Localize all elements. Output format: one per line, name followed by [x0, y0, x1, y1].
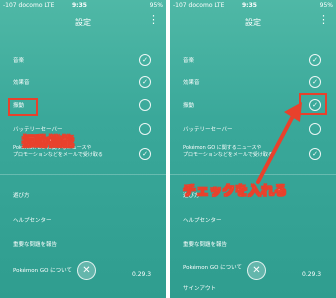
version-text: 0.29.3: [302, 271, 322, 278]
setting-label-vibration: 振動: [183, 103, 195, 109]
link-report-issue[interactable]: 重要な問題を報告: [13, 240, 57, 248]
news-opt-in-checkbox[interactable]: ✓: [309, 148, 321, 160]
news-opt-in-line2: プロモーションなどをメールで受け取る: [13, 152, 103, 158]
status-bar: -107 docomo LTE 9:35 95%: [170, 0, 336, 11]
sfx-checkbox[interactable]: ✓: [139, 76, 151, 88]
annotation-vibration-feature: 振動機能: [22, 135, 75, 151]
annotation-check-it: チェックを入れる: [183, 184, 288, 200]
link-about[interactable]: Pokémon GO について: [183, 263, 242, 271]
battery-saver-checkbox[interactable]: [139, 123, 151, 135]
menu-dots-icon[interactable]: ⋮: [318, 13, 329, 26]
page-title: 設定: [75, 18, 91, 27]
carrier-text: -107 docomo LTE: [173, 2, 225, 9]
carrier-text: -107 docomo LTE: [3, 2, 55, 9]
link-sign-out[interactable]: サインアウト: [183, 284, 216, 292]
setting-label-sfx: 効果音: [183, 80, 200, 86]
battery-text: 95%: [319, 2, 333, 9]
battery-saver-checkbox[interactable]: [309, 123, 321, 135]
close-icon: ✕: [82, 265, 91, 276]
close-button[interactable]: ✕: [247, 261, 266, 280]
link-how-to-play[interactable]: 遊び方: [13, 191, 30, 199]
time-text: 9:35: [72, 2, 87, 9]
close-button[interactable]: ✕: [77, 261, 96, 280]
time-text: 9:35: [242, 2, 257, 9]
status-bar: -107 docomo LTE 9:35 95%: [0, 0, 166, 11]
news-opt-in-checkbox[interactable]: ✓: [139, 148, 151, 160]
music-checkbox[interactable]: ✓: [309, 54, 321, 66]
link-help-center[interactable]: ヘルプセンター: [13, 216, 52, 224]
setting-label-battery-saver: バッテリーセーバー: [183, 127, 233, 133]
setting-label-music: 音楽: [13, 58, 25, 64]
divider: [0, 174, 166, 175]
setting-label-sfx: 効果音: [13, 80, 30, 86]
music-checkbox[interactable]: ✓: [139, 54, 151, 66]
link-help-center[interactable]: ヘルプセンター: [183, 216, 222, 224]
vibration-checkbox[interactable]: [139, 99, 151, 111]
version-text: 0.29.3: [132, 271, 152, 278]
menu-dots-icon[interactable]: ⋮: [148, 13, 159, 26]
link-report-issue[interactable]: 重要な問題を報告: [183, 240, 227, 248]
setting-label-music: 音楽: [183, 58, 195, 64]
page-title: 設定: [245, 18, 261, 27]
battery-text: 95%: [149, 2, 163, 9]
link-about[interactable]: Pokémon GO について: [13, 266, 72, 274]
close-icon: ✕: [252, 265, 261, 276]
arrow-icon: [256, 102, 302, 184]
sfx-checkbox[interactable]: ✓: [309, 76, 321, 88]
highlight-box-vibration: [8, 98, 38, 116]
screenshot: -107 docomo LTE 9:35 95% 設定 ⋮ 音楽 ✓ 効果音 ✓…: [0, 0, 336, 298]
